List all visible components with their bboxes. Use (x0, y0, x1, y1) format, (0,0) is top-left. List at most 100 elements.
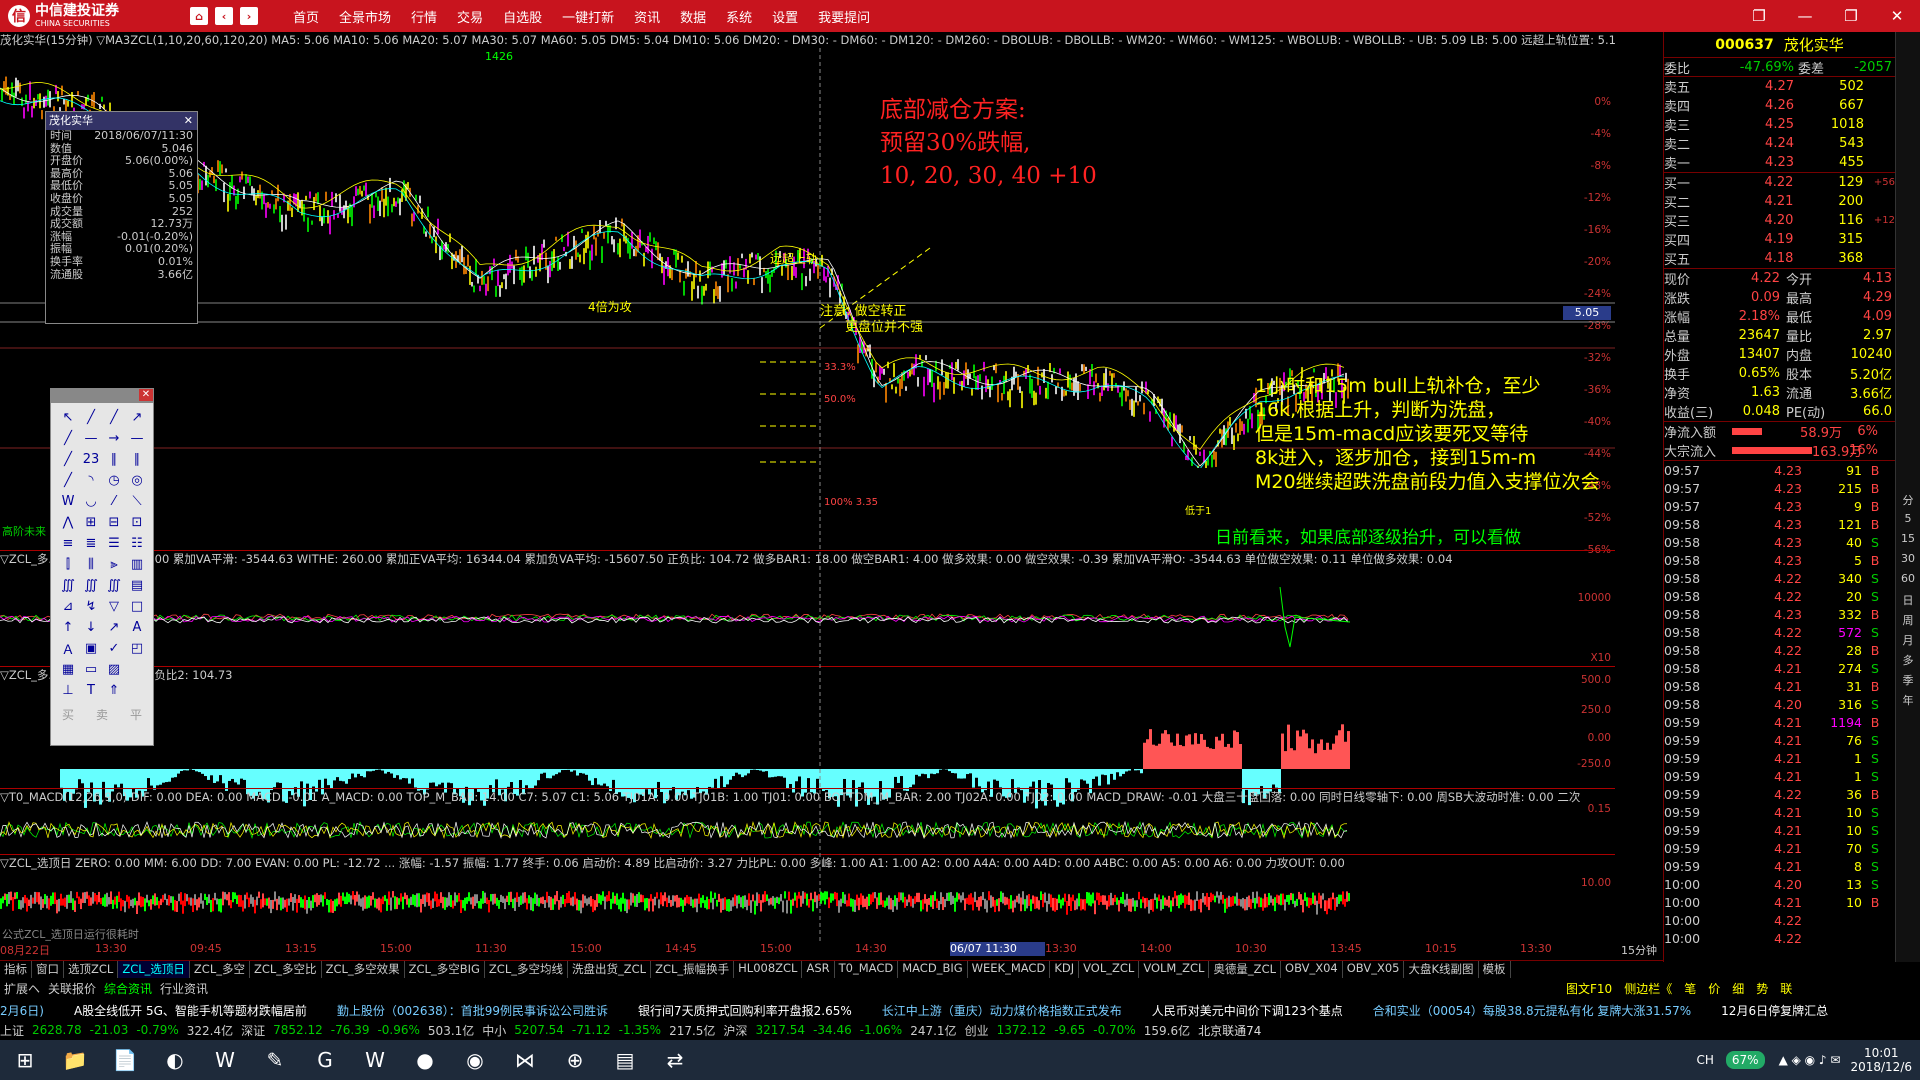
indicator-tab[interactable]: ASR (802, 961, 835, 978)
window-control-button[interactable]: ❐ (1736, 7, 1782, 25)
bid-level[interactable]: 买一 4.22 129 +56 (1664, 173, 1895, 192)
ask-level[interactable]: 卖五 4.27 502 (1664, 77, 1895, 96)
pdf-icon[interactable]: 📄 (100, 1042, 150, 1078)
drawing-tool-icon[interactable]: ↖ (57, 407, 79, 427)
period-button[interactable]: 周 (1896, 612, 1920, 628)
word-icon[interactable]: W (200, 1042, 250, 1078)
drawing-tool-icon[interactable]: A (126, 617, 148, 637)
drawing-tool-icon[interactable]: □ (126, 596, 148, 616)
forward-icon[interactable]: › (240, 7, 258, 25)
index-field[interactable]: 沪深 (723, 1022, 747, 1039)
drawing-tool-icon[interactable] (126, 659, 148, 679)
drawing-tool-icon[interactable]: ▥ (126, 554, 148, 574)
period-button[interactable]: 年 (1896, 692, 1920, 708)
indicator-tab[interactable]: ZCL_振幅换手 (651, 961, 735, 978)
indicator-tab[interactable]: VOLM_ZCL (1139, 961, 1210, 978)
indicator-tab[interactable]: 指标 (0, 961, 32, 978)
tick-list[interactable]: 09:57 4.23 91 B 09:57 4.23 215 B 09:57 4.23 9 B 09:5… (1664, 461, 1895, 947)
close-icon[interactable]: ✕ (184, 112, 197, 130)
indicator-tab[interactable]: 模板 (1479, 961, 1511, 978)
drawing-tool-icon[interactable]: ∥ (126, 449, 148, 469)
drawing-tool-icon[interactable]: ☰ (103, 533, 125, 553)
index-field[interactable]: 上证 (0, 1022, 24, 1039)
drawing-tool-icon[interactable]: ⁄ (103, 491, 125, 511)
photos-icon[interactable]: ◐ (150, 1042, 200, 1078)
drawing-tool-icon[interactable]: ▣ (80, 638, 102, 658)
period-button[interactable]: 5 (1896, 512, 1920, 528)
drawing-tool-icon[interactable]: ▨ (103, 659, 125, 679)
side-subtab[interactable]: 价 (1702, 980, 1726, 997)
drawing-tool-icon[interactable]: ⊥ (57, 680, 79, 700)
period-button[interactable]: 日 (1896, 592, 1920, 608)
news-item[interactable]: 合和实业（00054）每股38.8元提私有化 复牌大涨31.57% (1373, 1002, 1691, 1019)
period-button[interactable]: 60 (1896, 572, 1920, 588)
wps-icon[interactable]: W (350, 1042, 400, 1078)
drawing-tool-icon[interactable]: ↯ (80, 596, 102, 616)
drawing-tool-icon[interactable]: ▽ (103, 596, 125, 616)
drawing-tool-icon[interactable]: ↓ (80, 617, 102, 637)
drawing-tool-icon[interactable]: ▦ (57, 659, 79, 679)
drawing-tool-icon[interactable]: ╱ (103, 407, 125, 427)
drawing-tool-icon[interactable]: ◝ (80, 470, 102, 490)
ask-level[interactable]: 卖二 4.24 543 (1664, 134, 1895, 153)
drawing-tool-icon[interactable]: ╱ (57, 470, 79, 490)
drawing-tool-icon[interactable] (126, 680, 148, 700)
info-tab[interactable]: 关联报价 (44, 980, 100, 997)
side-subtab[interactable]: 细 (1726, 980, 1750, 997)
menu-item[interactable]: 设置 (772, 7, 798, 26)
news-ticker[interactable]: 2月6日) A股全线低开 5G、智能手机等题材跌幅居前 勤上股份（002638）：首… (0, 1000, 1920, 1020)
news-item[interactable]: 银行间7天质押式回购利率开盘报2.65% (638, 1002, 852, 1019)
period-button[interactable]: 多 (1896, 652, 1920, 668)
indicator-tab[interactable]: 大盘K线副图 (1404, 961, 1479, 978)
indicator-tab[interactable]: ZCL_多空BIG (405, 961, 485, 978)
bid-level[interactable]: 买三 4.20 116 +12 (1664, 211, 1895, 230)
menu-item[interactable]: 我要提问 (818, 7, 870, 26)
drawing-tool-icon[interactable]: ⇑ (103, 680, 125, 700)
window-control-button[interactable]: ❐ (1828, 7, 1874, 25)
indicator-tab[interactable]: MACD_BIG (898, 961, 968, 978)
drawing-tool-icon[interactable]: ▭ (80, 659, 102, 679)
indicator-tab[interactable]: T0_MACD (835, 961, 899, 978)
indicator-tab[interactable]: VOL_ZCL (1079, 961, 1140, 978)
side-subtab[interactable]: 图文F10 (1560, 980, 1618, 997)
indicator-tab[interactable]: OBV_X05 (1343, 961, 1405, 978)
drawing-tool-icon[interactable]: ≣ (80, 533, 102, 553)
explorer-icon[interactable]: 📁 (50, 1042, 100, 1078)
indicator-tab[interactable]: 窗口 (32, 961, 64, 978)
drawing-tool-icon[interactable]: ∭ (80, 575, 102, 595)
flat-button[interactable]: 平 (130, 706, 142, 723)
news-item[interactable]: 12月6日停复牌汇总 (1721, 1002, 1828, 1019)
period-button[interactable]: 30 (1896, 552, 1920, 568)
indicator-tab[interactable]: ZCL_多空 (190, 961, 250, 978)
drawing-tool-icon[interactable]: ↗ (126, 407, 148, 427)
kline-chart[interactable]: 茂化实华(15分钟) ▽MA3ZCL(1,10,20,60,120,20) MA… (0, 32, 1663, 962)
window-control-button[interactable]: ✕ (1874, 7, 1920, 25)
drawing-tool-icon[interactable]: ⫿ (57, 554, 79, 574)
clock[interactable]: 10:01 2018/12/6 (1850, 1046, 1912, 1074)
drawing-tool-icon[interactable]: ⊟ (103, 512, 125, 532)
drawing-tool-icon[interactable]: ✓ (103, 638, 125, 658)
info-tab[interactable]: 扩展ヘ (0, 980, 44, 997)
indicator-tab[interactable]: ZCL_选顶日 (118, 961, 190, 978)
drawing-tool-icon[interactable]: ╱ (80, 407, 102, 427)
drawing-tool-icon[interactable]: ⟍ (126, 491, 148, 511)
home-icon[interactable]: ⌂ (190, 7, 208, 25)
drawing-tool-icon[interactable]: ╱ (57, 428, 79, 448)
buy-button[interactable]: 买 (62, 706, 74, 723)
drawing-tool-icon[interactable]: ∭ (57, 575, 79, 595)
menu-item[interactable]: 自选股 (503, 7, 542, 26)
drawing-tool-icon[interactable]: ⊿ (57, 596, 79, 616)
ask-level[interactable]: 卖四 4.26 667 (1664, 96, 1895, 115)
menu-item[interactable]: 数据 (680, 7, 706, 26)
menu-item[interactable]: 系统 (726, 7, 752, 26)
info-tab[interactable]: 综合资讯 (100, 980, 156, 997)
drawing-tool-icon[interactable]: ⊡ (126, 512, 148, 532)
side-subtab[interactable]: 侧边栏《 (1618, 980, 1678, 997)
drawing-tool-icon[interactable]: ◷ (103, 470, 125, 490)
menu-item[interactable]: 首页 (293, 7, 319, 26)
side-subtab[interactable]: 笔 (1678, 980, 1702, 997)
drawing-tool-icon[interactable]: ⊞ (80, 512, 102, 532)
drawing-tool-icon[interactable]: ⫼ (80, 554, 102, 574)
menu-item[interactable]: 一键打新 (562, 7, 614, 26)
indicator-tab[interactable]: ZCL_多空均线 (485, 961, 568, 978)
